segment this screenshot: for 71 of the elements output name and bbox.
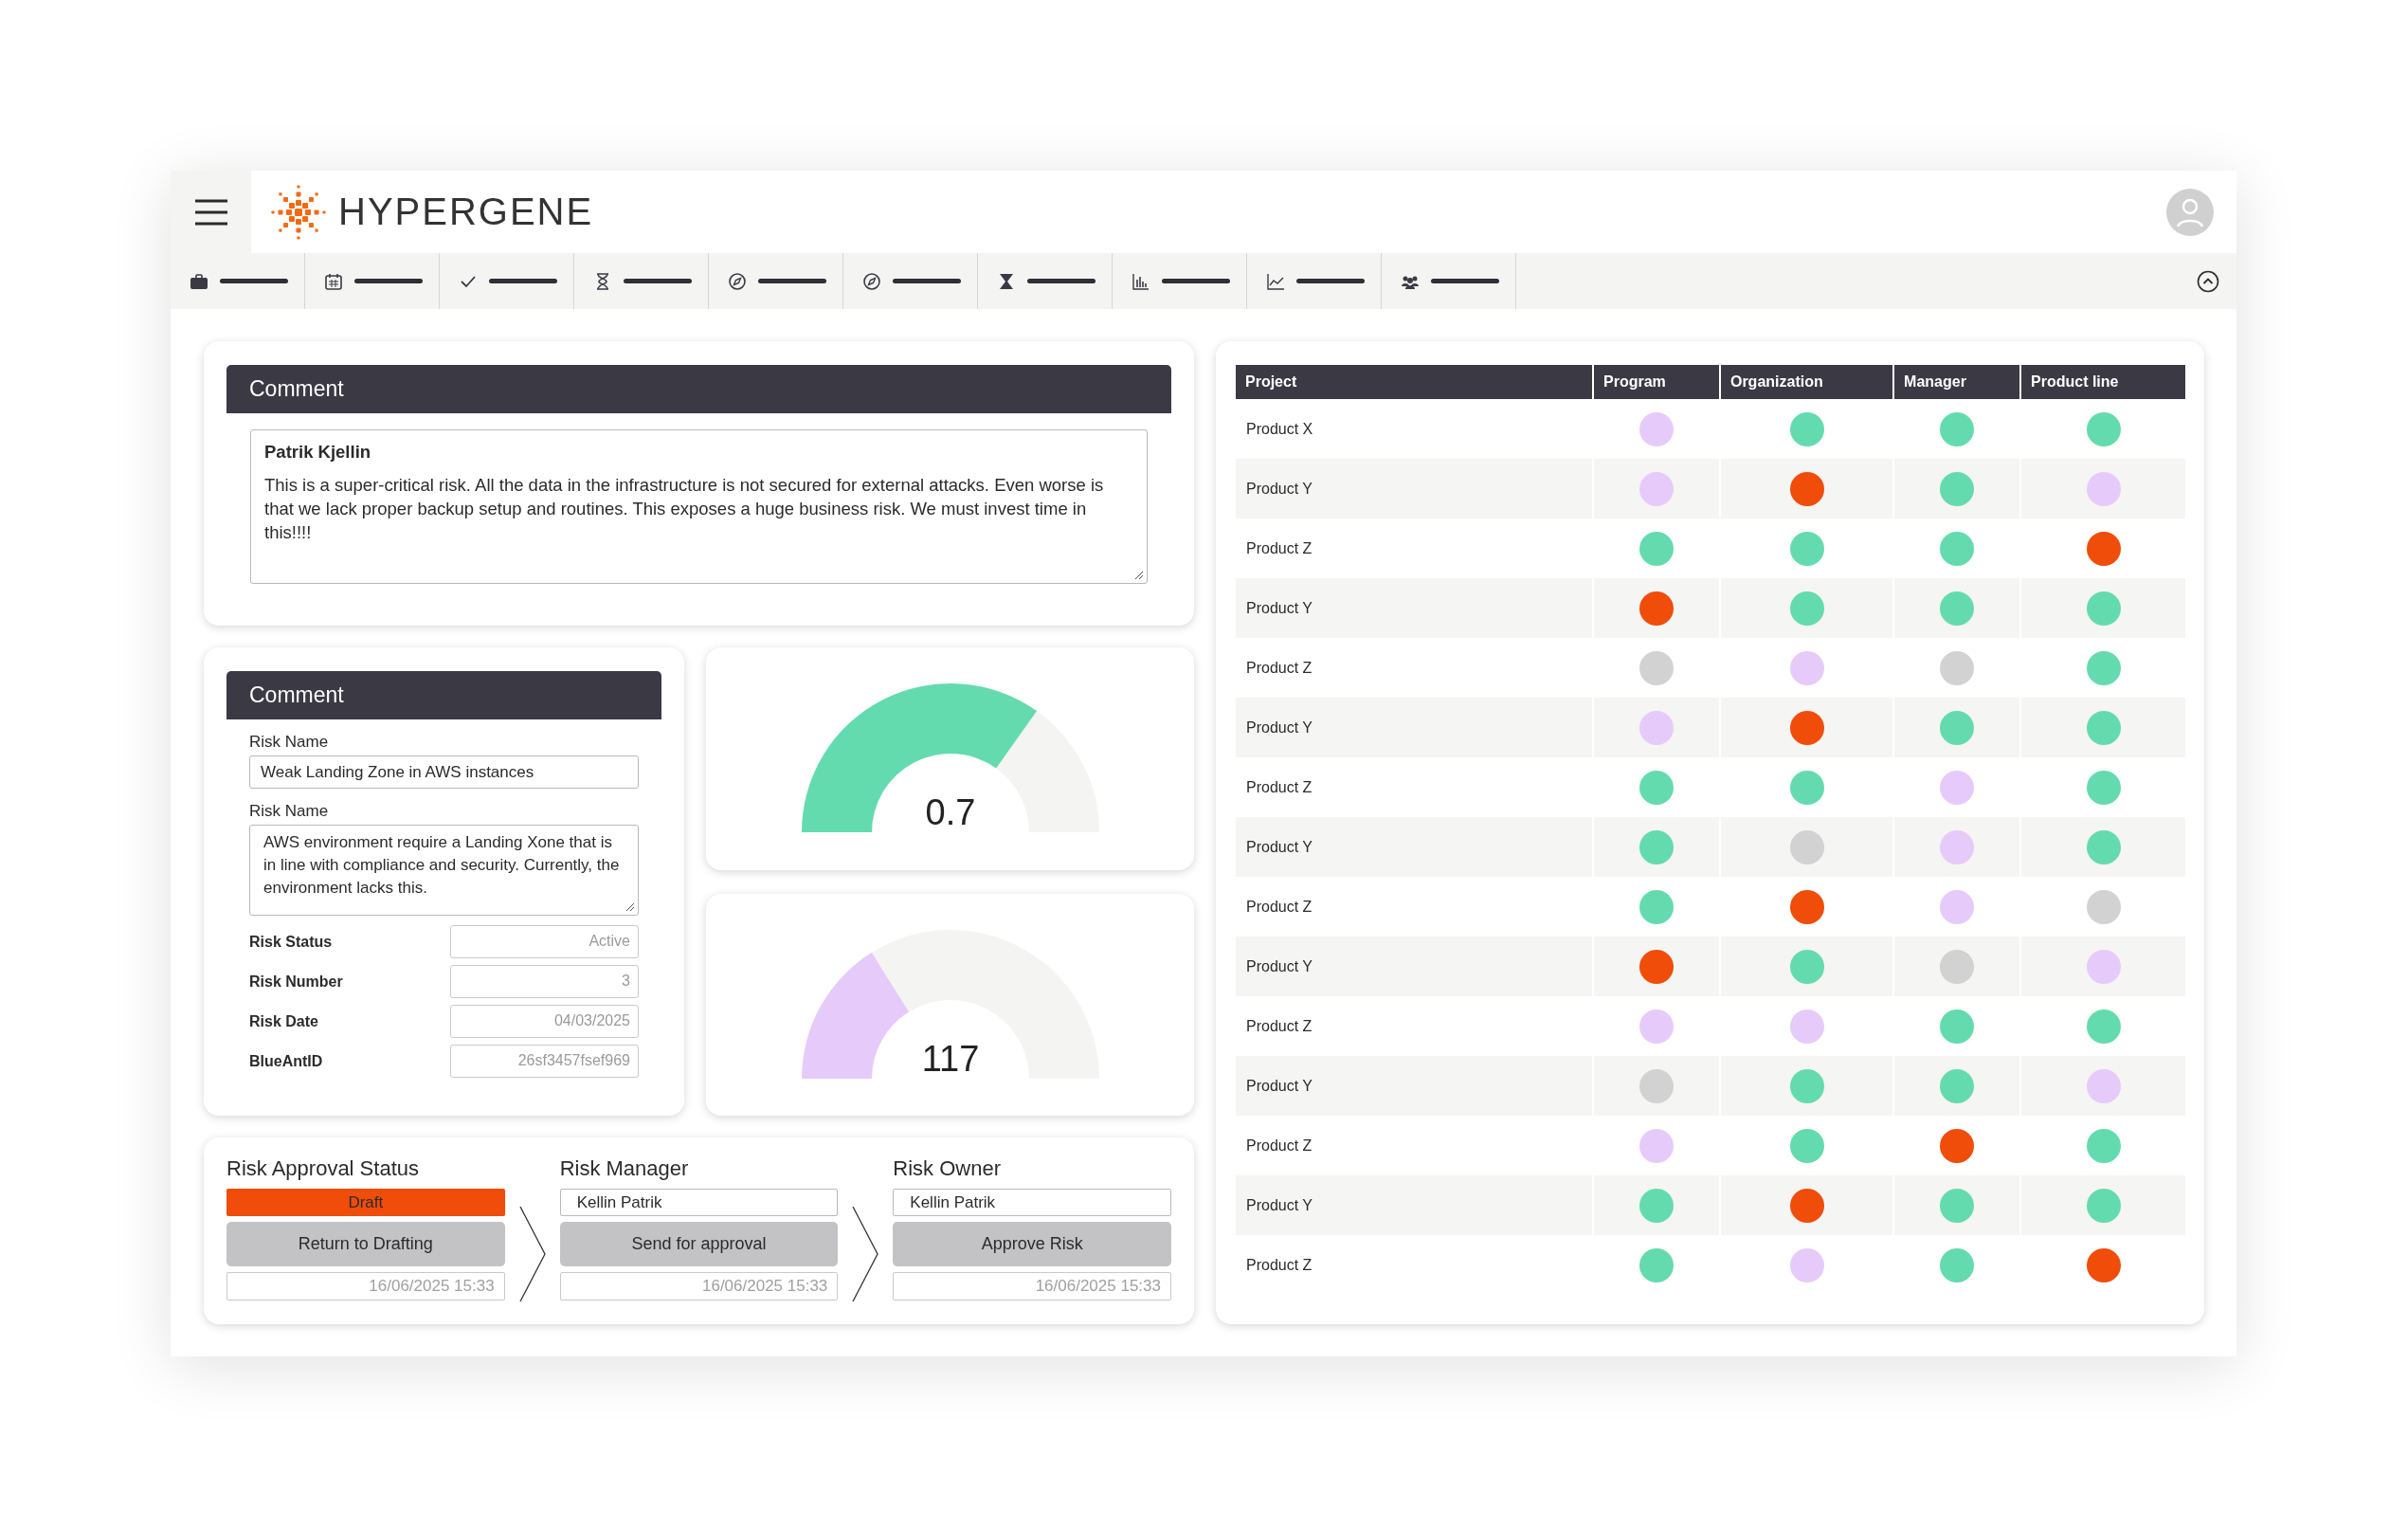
comment-author: Patrik Kjellin [264,441,372,464]
action-button[interactable]: Send for approval [559,1222,839,1266]
project-cell: Product Y [1236,698,1592,757]
description-field[interactable]: AWS environment require a Landing Xone that is in line with compliance and security. Currently, the environment lacks this. [249,825,639,916]
field-label: Risk Number [249,973,344,991]
field-label: BlueAntID [249,1052,324,1070]
label-placeholder-bar [1162,279,1230,283]
column-header: Organization [1720,365,1893,399]
label-placeholder-bar [1027,279,1095,283]
column-header: Product line [2021,365,2185,399]
bar-chart-icon [1132,271,1150,291]
project-cell-text: Product Z [1245,897,1313,917]
project-cell: Product Y [1236,1056,1592,1116]
project-cell: Product Y [1236,937,1592,996]
project-cell: Product Y [1236,459,1592,518]
comment-box[interactable] [250,429,1148,584]
line-chart-icon [1266,271,1285,291]
brand-name: HYPERGENE [338,191,594,233]
column-header: Manager [1894,365,2019,399]
field-label: Risk Date [249,1012,319,1030]
comment-text: This is a super-critical risk. All the data in the infrastructure is not secured for external attacks. Even worse is that we lack proper backup setup and routines. This exposes a huge business risk. We must invest time in this!!!! [264,475,1104,542]
calendar-icon [324,271,343,291]
label-placeholder-bar [893,279,961,283]
column-header: Program [1594,365,1719,399]
risk-name-field[interactable]: Weak Landing Zone in AWS instances [249,755,639,789]
briefcase-icon [190,271,208,291]
step-title: Risk Owner [893,1156,1002,1181]
action-button[interactable]: Return to Drafting [226,1222,505,1266]
status-bar: Draft [226,1189,505,1216]
panel-title: Comment [226,365,1171,413]
step-title: Risk Manager [559,1156,690,1181]
project-cell-text: Product Z [1245,777,1313,797]
compass-icon [862,271,881,291]
hourglass-icon [997,271,1016,291]
compass-icon [728,271,747,291]
field-label: Risk Name [249,733,330,752]
person-field[interactable]: Kellin Patrik [559,1189,839,1216]
gauge-value: 0.7 [925,792,975,833]
label-placeholder-bar [624,279,692,283]
field-label: Risk Name [249,802,330,821]
project-cell-text: Product X [1245,419,1314,439]
label-placeholder-bar [489,279,557,283]
collapse-icon[interactable] [2197,269,2219,293]
column-header: Project [1236,365,1592,399]
resize-grip-icon[interactable] [625,902,635,912]
label-placeholder-bar [354,279,423,283]
label-placeholder-bar [758,279,826,283]
action-button[interactable]: Approve Risk [893,1222,1171,1266]
gauge-value: 117 [921,1038,979,1079]
step-title: Risk Approval Status [226,1156,420,1181]
timestamp-field: 16/06/2025 15:33 [893,1272,1171,1301]
label-placeholder-bar [220,279,288,283]
timestamp-field: 16/06/2025 15:33 [226,1272,505,1301]
field-label: Risk Status [249,933,334,951]
logo-icon [270,183,327,241]
project-cell: Product Y [1236,817,1592,877]
project-cell-text: Product Z [1245,538,1313,558]
label-placeholder-bar [1296,279,1365,283]
project-cell-text: Product Z [1245,1136,1313,1155]
project-cell-text: Product Z [1245,1255,1313,1275]
project-cell: Product Y [1236,1175,1592,1235]
person-field[interactable]: Kellin Patrik [893,1189,1171,1216]
resize-grip-icon[interactable] [1134,571,1144,580]
project-cell: Product Y [1236,578,1592,638]
timestamp-field: 16/06/2025 15:33 [559,1272,839,1301]
chevron-icon [851,1207,880,1301]
chevron-icon [517,1207,547,1301]
project-cell-text: Product Z [1245,1016,1313,1036]
panel-title: Comment [226,671,661,719]
project-cell-text: Product Z [1245,658,1313,678]
label-placeholder-bar [1431,279,1499,283]
